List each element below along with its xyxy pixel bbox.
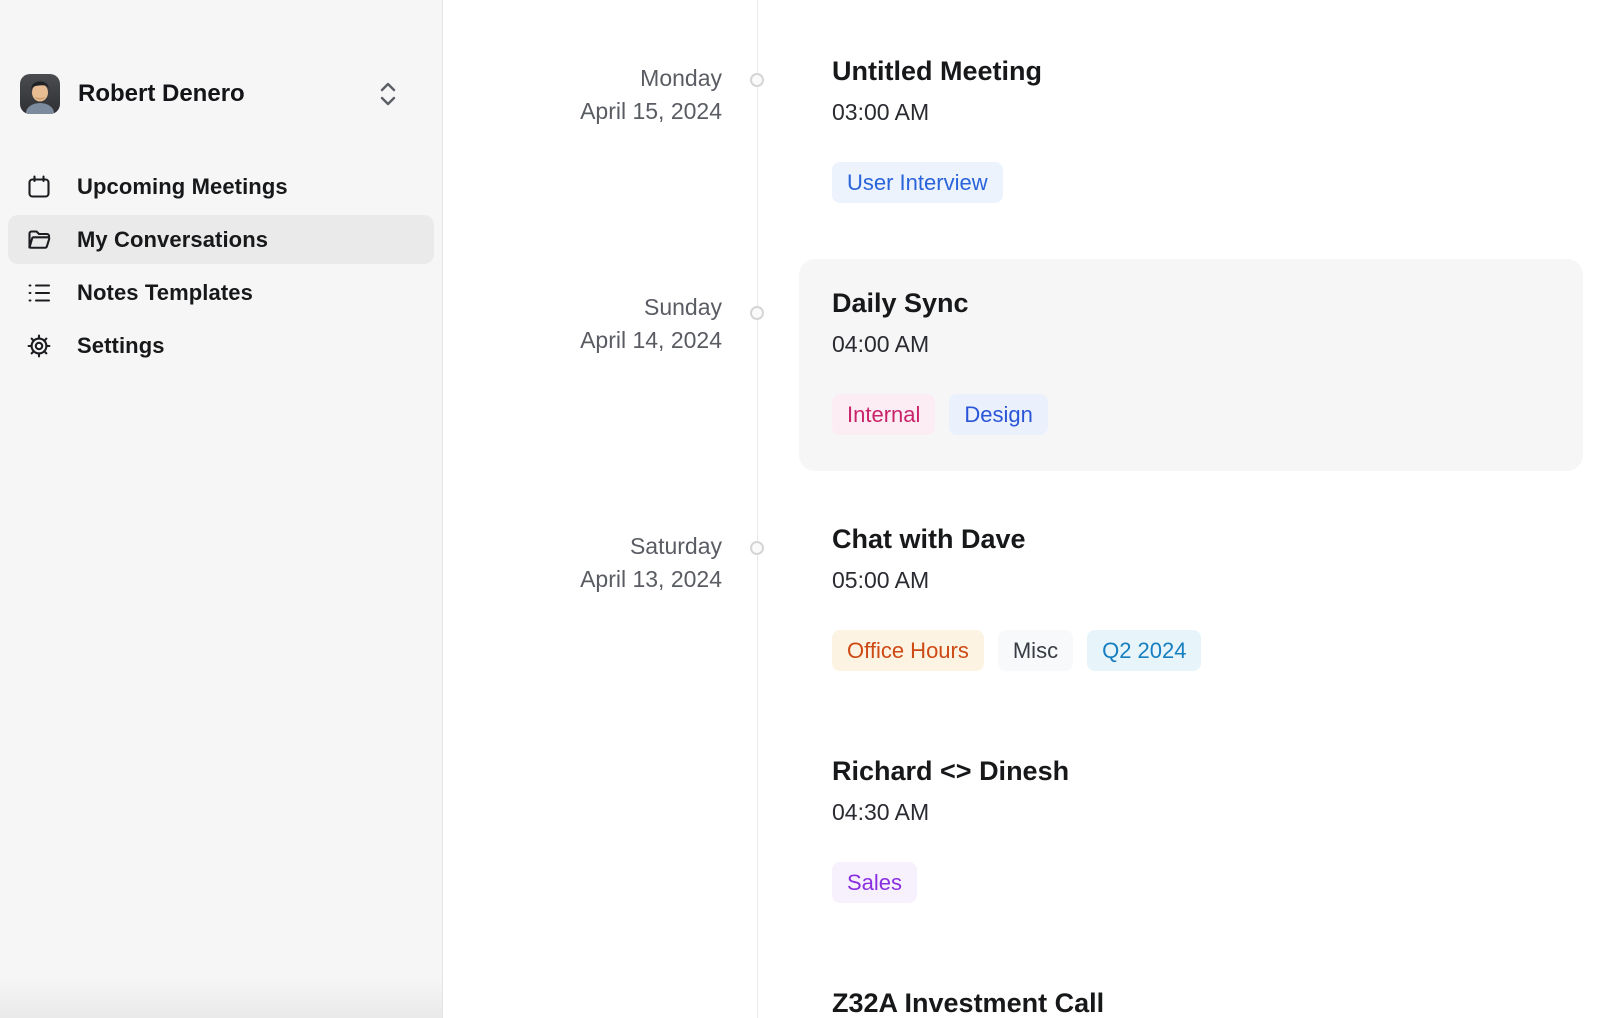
- date-column: SaturdayApril 13, 2024: [443, 523, 757, 1018]
- list-icon: [26, 280, 52, 306]
- date-group-april-14-2024: SundayApril 14, 2024 Daily Sync 04:00 AM In…: [443, 259, 1600, 523]
- date-label: April 15, 2024: [443, 95, 722, 128]
- sidebar-item-upcoming-meetings[interactable]: Upcoming Meetings: [8, 162, 434, 211]
- day-label: Monday: [443, 62, 722, 95]
- day-label: Sunday: [443, 291, 722, 324]
- calendar-icon: [26, 174, 52, 200]
- timeline-dot: [750, 306, 764, 320]
- sidebar-item-label: Upcoming Meetings: [77, 174, 288, 200]
- date-column: SundayApril 14, 2024: [443, 259, 757, 523]
- sidebar-item-settings[interactable]: Settings: [8, 321, 434, 370]
- meeting-richard-dinesh[interactable]: Richard <> Dinesh 04:30 AM Sales: [799, 755, 1583, 903]
- sidebar-item-my-conversations[interactable]: My Conversations: [8, 215, 434, 264]
- date-label: April 14, 2024: [443, 324, 722, 357]
- tag-user-interview: User Interview: [832, 162, 1003, 203]
- date-group-april-13-2024: SaturdayApril 13, 2024 Chat with Dave 05:0…: [443, 523, 1600, 1018]
- sidebar: Robert Denero Upcoming Meetings My Conver…: [0, 0, 443, 1018]
- sidebar-item-label: Settings: [77, 333, 165, 359]
- tag-sales: Sales: [832, 862, 917, 903]
- user-switcher[interactable]: Robert Denero: [20, 74, 399, 114]
- meeting-title: Daily Sync: [832, 287, 1550, 319]
- sidebar-item-label: Notes Templates: [77, 280, 253, 306]
- tag-design: Design: [949, 394, 1047, 435]
- meeting-untitled-meeting[interactable]: Untitled Meeting 03:00 AM User Interview: [799, 55, 1583, 203]
- meeting-tags: Sales: [832, 862, 1550, 903]
- date-column: MondayApril 15, 2024: [443, 55, 757, 259]
- folder-icon: [26, 227, 52, 253]
- meeting-tags: Office Hours Misc Q2 2024: [832, 630, 1550, 671]
- meetings-column: Chat with Dave 05:00 AM Office Hours Misc Q2…: [799, 523, 1600, 1018]
- tag-internal: Internal: [832, 394, 935, 435]
- meeting-time: 04:00 AM: [832, 331, 1550, 358]
- day-label: Saturday: [443, 530, 722, 563]
- sidebar-nav: Upcoming Meetings My Conversations Notes T…: [8, 162, 434, 370]
- meeting-time: 04:30 AM: [832, 799, 1550, 826]
- sidebar-item-label: My Conversations: [77, 227, 268, 253]
- meeting-time: 05:00 AM: [832, 567, 1550, 594]
- user-name: Robert Denero: [78, 80, 377, 108]
- meeting-z32a-investment-call[interactable]: Z32A Investment Call: [799, 987, 1583, 1018]
- date-label: April 13, 2024: [443, 563, 722, 596]
- meeting-title: Richard <> Dinesh: [832, 755, 1550, 787]
- meeting-title: Untitled Meeting: [832, 55, 1550, 87]
- date-group-april-15-2024: MondayApril 15, 2024 Untitled Meeting 03:0…: [443, 55, 1600, 259]
- timeline-dot: [750, 73, 764, 87]
- meeting-time: 03:00 AM: [832, 99, 1550, 126]
- avatar: [20, 74, 60, 114]
- meeting-tags: Internal Design: [832, 394, 1550, 435]
- sidebar-item-notes-templates[interactable]: Notes Templates: [8, 268, 434, 317]
- gear-icon: [26, 333, 52, 359]
- meetings-column: Untitled Meeting 03:00 AM User Interview: [799, 55, 1600, 259]
- tag-misc: Misc: [998, 630, 1073, 671]
- meeting-title: Z32A Investment Call: [832, 987, 1550, 1018]
- conversations-timeline: MondayApril 15, 2024 Untitled Meeting 03:0…: [443, 0, 1600, 1018]
- meeting-tags: User Interview: [832, 162, 1550, 203]
- meeting-chat-with-dave[interactable]: Chat with Dave 05:00 AM Office Hours Misc Q2…: [799, 523, 1583, 671]
- tag-office-hours: Office Hours: [832, 630, 984, 671]
- timeline-dot: [750, 541, 764, 555]
- chevron-up-down-icon[interactable]: [377, 80, 399, 108]
- meeting-title: Chat with Dave: [832, 523, 1550, 555]
- meeting-daily-sync[interactable]: Daily Sync 04:00 AM Internal Design: [799, 259, 1583, 471]
- meetings-column: Daily Sync 04:00 AM Internal Design: [799, 259, 1600, 523]
- tag-q2-2024: Q2 2024: [1087, 630, 1201, 671]
